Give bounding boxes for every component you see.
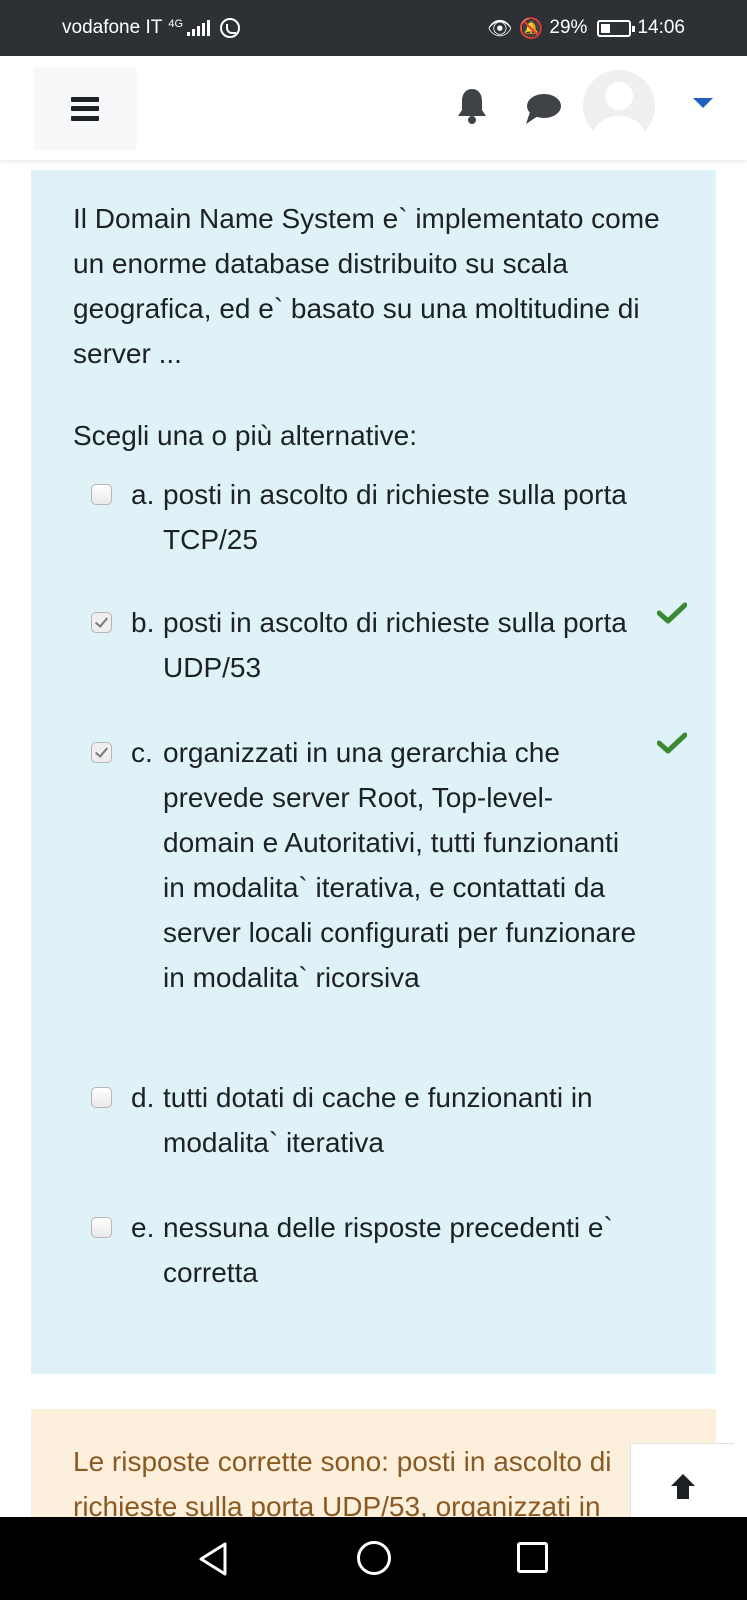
question-text: Il Domain Name System e` implementato co… [73,203,660,369]
hamburger-icon [71,96,99,121]
answer-checkbox[interactable] [91,1217,112,1238]
user-avatar[interactable] [583,70,655,142]
home-nav-icon[interactable] [357,1541,391,1575]
correct-check-icon [657,602,687,624]
arrow-up-icon [670,1474,695,1499]
status-right: 👁 🔕 29% 14:06 [487,16,685,41]
answer-letter: d. [131,1082,155,1113]
answer-letter: b. [131,607,155,638]
network-type: 4G [168,17,184,30]
menu-button[interactable] [33,67,137,150]
system-nav-bar [0,1517,747,1600]
answer-text: nessuna delle risposte precedenti e` cor… [163,1212,613,1288]
answer-checkbox[interactable] [91,742,112,763]
clock: 14:06 [637,17,685,38]
question-panel: Il Domain Name System e` implementato co… [31,170,716,1374]
caret-down-icon[interactable] [693,98,713,108]
answer-b[interactable]: b. posti in ascolto di richieste sulla p… [91,600,691,690]
chat-icon[interactable] [524,92,562,126]
signal-icon [187,20,211,36]
answer-checkbox[interactable] [91,1087,112,1108]
battery-percent: 29% [549,17,588,38]
answer-a[interactable]: a. posti in ascolto di richieste sulla p… [91,472,691,562]
answer-prompt: Scegli una o più alternative: [73,420,417,451]
recents-nav-icon[interactable] [517,1542,548,1573]
carrier-label: vodafone IT [62,17,163,38]
correct-answers-text: Le risposte corrette sono: posti in asco… [73,1446,612,1519]
answer-text: posti in ascolto di richieste sulla port… [163,479,627,555]
back-nav-icon[interactable] [196,1541,230,1577]
answer-letter: e. [131,1212,155,1243]
app-header [0,56,747,160]
answer-d[interactable]: d. tutti dotati di cache e funzionanti i… [91,1075,691,1165]
answer-checkbox[interactable] [91,484,112,505]
answer-text: tutti dotati di cache e funzionanti in m… [163,1082,593,1158]
answer-c[interactable]: c. organizzati in una gerarchia che prev… [91,730,691,1000]
muted-bell-icon: 🔕 [518,17,544,40]
answer-letter: c. [131,737,153,768]
bell-icon[interactable] [455,86,489,126]
answer-e[interactable]: e. nessuna delle risposte precedenti e` … [91,1205,691,1295]
answer-text: posti in ascolto di richieste sulla port… [163,607,627,683]
whatsapp-icon [220,18,241,38]
answer-letter: a. [131,479,155,510]
battery-icon [597,19,636,37]
status-left: vodafone IT 4G [62,17,241,39]
answer-text: organizzati in una gerarchia che prevede… [163,737,637,993]
status-bar: vodafone IT 4G 👁 🔕 29% 14:06 [0,0,747,56]
correct-check-icon [657,732,687,754]
feedback-panel: Le risposte corrette sono: posti in asco… [31,1409,716,1519]
eye-icon: 👁 [487,17,513,40]
answer-checkbox[interactable] [91,612,112,633]
